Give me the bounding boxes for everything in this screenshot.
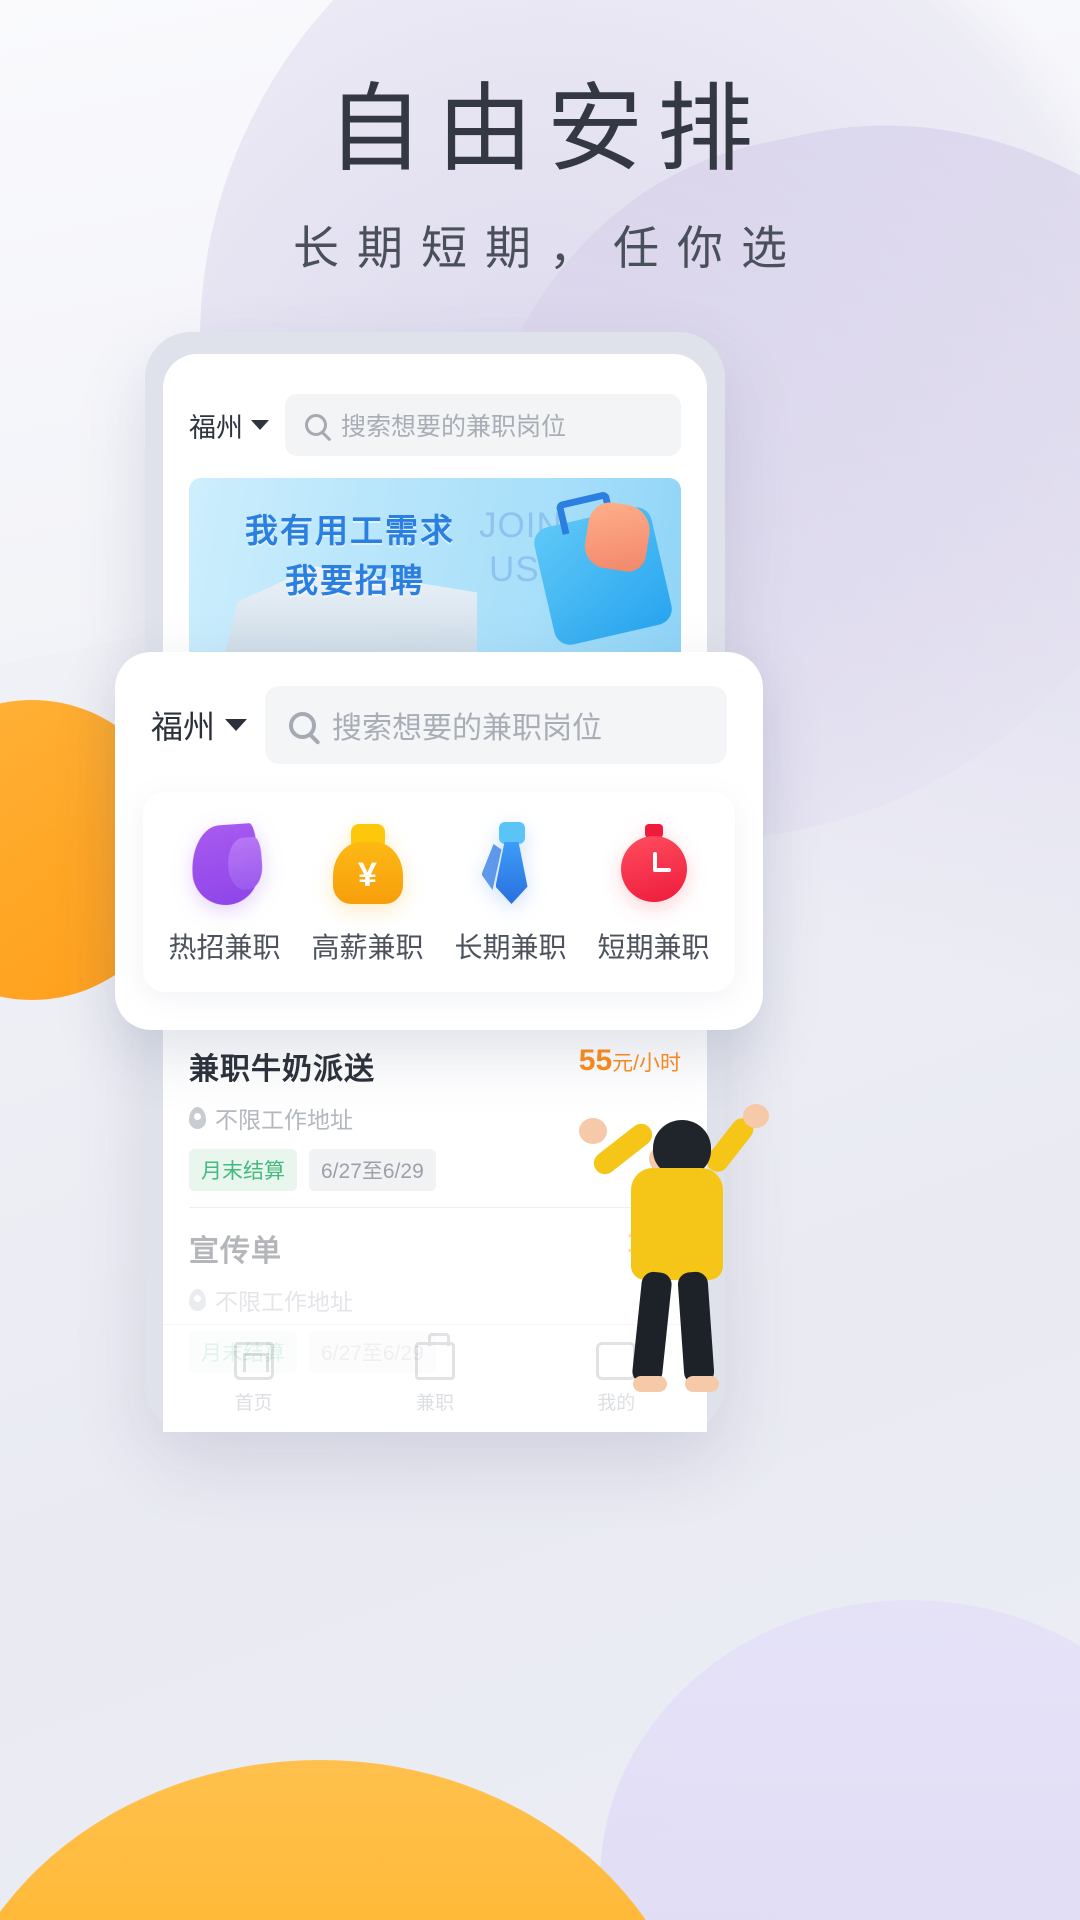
location-pin-icon [189,1107,206,1129]
person-legs [631,1270,719,1392]
job-price-value: 55 [578,1044,613,1077]
search-icon [289,711,317,739]
person-leg-left [631,1270,673,1386]
tab-home-label: 首页 [234,1393,273,1414]
search-placeholder: 搜索想要的兼职岗位 [341,413,567,441]
page-subtitle: 长期短期，任你选 [293,222,805,274]
overlay-search-row: 福州 搜索想要的兼职岗位 [143,686,735,764]
search-input[interactable]: 搜索想要的兼职岗位 [285,394,681,456]
person-leg-right [677,1271,715,1385]
chevron-down-icon [251,420,269,430]
category-short-term[interactable]: 短期兼职 [582,822,725,966]
overlay-city-selector[interactable]: 福州 [151,702,248,748]
job-price: 55元/小时 [579,1044,681,1078]
banner-us-text: US [489,550,540,589]
job-row-top: 兼职牛奶派送 55元/小时 [189,1044,681,1088]
feature-overlay-card: 福州 搜索想要的兼职岗位 热招兼职 ¥ 高薪兼职 长期兼职 短期兼职 [115,652,763,1030]
person-left-hand [579,1118,607,1144]
category-high-pay[interactable]: ¥ 高薪兼职 [296,822,439,966]
flame-icon [182,822,268,908]
person-foot-left [633,1376,667,1392]
date-badge: 6/27至6/29 [309,1149,436,1191]
person-body [631,1168,723,1280]
overlay-search-input[interactable]: 搜索想要的兼职岗位 [265,686,727,764]
category-high-pay-label: 高薪兼职 [311,932,424,963]
category-hot-jobs[interactable]: 热招兼职 [153,822,296,966]
yen-symbol: ¥ [358,856,377,894]
briefcase-icon [414,1333,455,1380]
city-label: 福州 [189,412,243,443]
suitcase-icon [531,499,675,648]
screen-search-row: 福州 搜索想要的兼职岗位 [163,354,707,474]
money-bag-icon: ¥ [325,822,411,908]
job-location-label: 不限工作地址 [215,1289,353,1315]
home-icon [233,1342,274,1380]
banner-line2: 我要招聘 [285,562,425,599]
tab-jobs[interactable]: 兼职 [414,1333,455,1415]
category-long-term[interactable]: 长期兼职 [439,822,582,966]
tab-jobs-label: 兼职 [415,1393,454,1414]
stopwatch-icon [611,822,697,908]
necktie-icon [468,822,554,908]
category-long-term-label: 长期兼职 [454,932,567,963]
category-shortcuts: 热招兼职 ¥ 高薪兼职 长期兼职 短期兼职 [143,792,735,992]
location-pin-icon [189,1289,206,1311]
job-title: 宣传单 [189,1235,282,1268]
chevron-down-icon [225,719,248,731]
job-location-label: 不限工作地址 [215,1107,353,1133]
person-foot-right [685,1376,719,1392]
search-icon [305,414,327,436]
tab-home[interactable]: 首页 [233,1342,274,1415]
banner-line1: 我有用工需求 [245,512,455,549]
person-illustration [579,1104,775,1410]
overlay-search-placeholder: 搜索想要的兼职岗位 [332,712,603,745]
job-title: 兼职牛奶派送 [189,1053,375,1086]
settlement-badge: 月末结算 [189,1149,297,1191]
city-selector[interactable]: 福州 [189,406,269,445]
category-short-term-label: 短期兼职 [597,932,710,963]
overlay-city-label: 福州 [151,709,216,745]
hand-icon [581,499,654,575]
person-right-hand [743,1104,769,1128]
job-price-unit: 元/小时 [612,1052,681,1075]
category-hot-jobs-label: 热招兼职 [168,932,281,963]
headline-block: 自由安排 长期短期，任你选 [0,70,1080,278]
promo-banner[interactable]: 我有用工需求 我要招聘 JOIN US [189,478,681,668]
page-title: 自由安排 [327,76,767,183]
